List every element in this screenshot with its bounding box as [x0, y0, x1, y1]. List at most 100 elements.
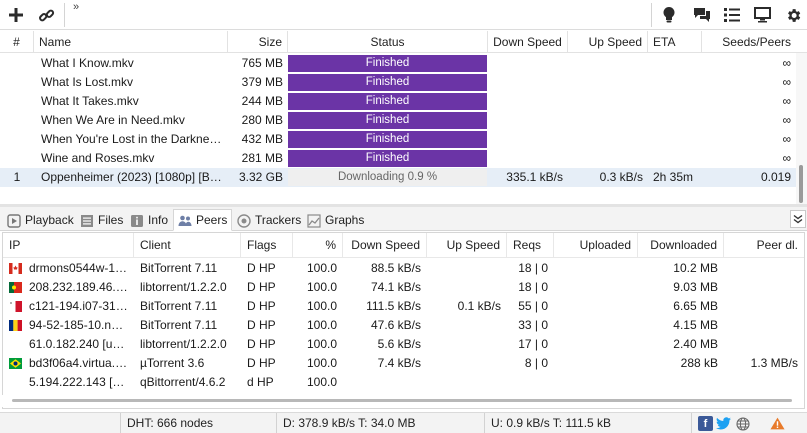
tab-graphs[interactable]: Graphs — [302, 209, 369, 231]
peer-row[interactable]: c121-194.i07-31.o... BitTorrent 7.11 D H… — [3, 297, 804, 316]
collapse-panel-button[interactable] — [790, 210, 806, 228]
tab-info[interactable]: Info — [125, 209, 173, 231]
torrent-row[interactable]: When We Are in Need.mkv 280 MB Finished … — [0, 111, 796, 130]
peer-row[interactable]: 5.194.222.143 [uTP] qBittorrent/4.6.2 d … — [3, 373, 804, 392]
tab-label: Graphs — [325, 213, 365, 227]
peer-flags: d HP — [247, 375, 274, 389]
torrent-up-speed — [568, 73, 648, 92]
peer-downloaded: 4.15 MB — [673, 318, 718, 332]
torrent-number — [0, 92, 34, 111]
peer-row[interactable]: 208.232.189.46.rev.... libtorrent/1.2.2.… — [3, 278, 804, 297]
peer-uploaded — [554, 297, 638, 316]
torrent-up-speed — [568, 92, 648, 111]
torrent-eta — [648, 54, 702, 73]
lightbulb-icon[interactable] — [658, 4, 680, 26]
tab-files[interactable]: Files — [75, 209, 128, 231]
torrent-name: What It Takes.mkv — [41, 94, 139, 108]
globe-icon[interactable] — [735, 416, 750, 431]
peer-row[interactable]: 61.0.182.240 [uTP] libtorrent/1.2.2.0 D … — [3, 335, 804, 354]
scrollbar-thumb[interactable] — [12, 399, 792, 402]
column-header-reqs[interactable]: Reqs — [507, 233, 554, 258]
peer-row[interactable]: drmons0544w-156.... BitTorrent 7.11 D HP… — [3, 259, 804, 278]
download-status[interactable]: D: 378.9 kB/s T: 34.0 MB — [276, 413, 484, 433]
peer-uploaded — [554, 316, 638, 335]
scrollbar-thumb[interactable] — [799, 165, 803, 203]
torrent-down-speed — [488, 92, 568, 111]
column-header-downloaded[interactable]: Downloaded — [638, 233, 724, 258]
peer-dl — [724, 335, 804, 354]
peer-dl — [724, 316, 804, 335]
peer-down-speed: 7.4 kB/s — [377, 356, 421, 370]
column-header-up-speed[interactable]: Up Speed — [568, 31, 648, 53]
torrent-down-speed: 335.1 kB/s — [506, 170, 563, 184]
torrent-status: Finished — [288, 74, 487, 91]
peer-client: BitTorrent 7.11 — [140, 299, 218, 313]
torrent-status: Finished — [288, 150, 487, 167]
torrent-list-scrollbar[interactable] — [796, 53, 807, 204]
torrent-row[interactable]: When You're Lost in the Darkness.... 432… — [0, 130, 796, 149]
column-header-uploaded[interactable]: Uploaded — [554, 233, 638, 258]
upload-status[interactable]: U: 0.9 kB/s T: 111.5 kB — [484, 413, 691, 433]
peer-uploaded — [554, 259, 638, 278]
torrent-row[interactable]: What I Know.mkv 765 MB Finished ∞ — [0, 54, 796, 73]
peers-list-scrollbar[interactable] — [2, 395, 803, 407]
peer-row[interactable]: bd3f06a4.virtua.co.... µTorrent 3.6 D HP… — [3, 354, 804, 373]
list-icon[interactable] — [721, 4, 743, 26]
gear-icon[interactable] — [782, 4, 804, 26]
peer-percent: 100.0 — [306, 280, 337, 294]
peer-dl — [724, 278, 804, 297]
peer-reqs: 18 | 0 — [518, 280, 548, 294]
column-header-size[interactable]: Size — [228, 31, 288, 53]
column-header-down-speed[interactable]: Down Speed — [343, 233, 427, 258]
monitor-icon[interactable] — [751, 4, 773, 26]
torrent-size: 281 MB — [241, 151, 283, 165]
torrent-row[interactable]: What It Takes.mkv 244 MB Finished ∞ — [0, 92, 796, 111]
warning-icon[interactable] — [770, 416, 785, 431]
link-icon[interactable] — [35, 4, 57, 26]
column-header-eta[interactable]: ETA — [648, 31, 702, 53]
torrent-size: 765 MB — [241, 56, 283, 70]
peer-downloaded: 6.65 MB — [673, 299, 718, 313]
peer-up-speed — [427, 316, 507, 335]
column-header-ip[interactable]: IP — [3, 233, 134, 258]
column-header-peer-dl[interactable]: Peer dl. — [724, 233, 804, 258]
torrent-down-speed — [488, 130, 568, 149]
peer-up-speed — [427, 373, 507, 392]
torrent-row[interactable]: Wine and Roses.mkv 281 MB Finished ∞ — [0, 149, 796, 168]
torrent-size: 244 MB — [241, 94, 283, 108]
toolbar-overflow-chevron[interactable]: » — [73, 1, 79, 13]
chat-icon[interactable] — [691, 4, 713, 26]
peer-percent: 100.0 — [306, 318, 337, 332]
peer-row[interactable]: 94-52-185-10.next... BitTorrent 7.11 D H… — [3, 316, 804, 335]
torrent-down-speed — [488, 54, 568, 73]
peer-downloaded: 2.40 MB — [673, 337, 718, 351]
tab-trackers[interactable]: Trackers — [232, 209, 306, 231]
peer-client: µTorrent 3.6 — [140, 356, 205, 370]
column-header-seeds-peers[interactable]: Seeds/Peers — [702, 31, 796, 53]
torrent-down-speed — [488, 111, 568, 130]
peer-percent: 100.0 — [306, 356, 337, 370]
tab-playback[interactable]: Playback — [2, 209, 79, 231]
twitter-icon[interactable] — [716, 416, 731, 431]
column-header-flags[interactable]: Flags — [241, 233, 293, 258]
torrent-row[interactable]: What Is Lost.mkv 379 MB Finished ∞ — [0, 73, 796, 92]
peer-dl — [724, 373, 804, 392]
column-header-down-speed[interactable]: Down Speed — [488, 31, 568, 53]
peer-client: BitTorrent 7.11 — [140, 318, 218, 332]
torrent-row-selected[interactable]: 1 Oppenheimer (2023) [1080p] [Blu... 3.3… — [0, 168, 796, 187]
column-header-name[interactable]: Name — [34, 31, 228, 53]
torrent-up-speed — [568, 111, 648, 130]
column-header-up-speed[interactable]: Up Speed — [427, 233, 507, 258]
column-header-client[interactable]: Client — [134, 233, 241, 258]
facebook-icon[interactable]: f — [698, 416, 713, 431]
column-header-status[interactable]: Status — [288, 31, 488, 53]
tab-label: Playback — [25, 213, 74, 227]
plus-icon[interactable] — [5, 4, 27, 26]
torrent-status: Finished — [288, 112, 487, 129]
torrent-name: What Is Lost.mkv — [41, 75, 134, 89]
column-header-number[interactable]: # — [0, 31, 34, 53]
column-header-percent[interactable]: % — [293, 233, 343, 258]
tab-peers[interactable]: Peers — [173, 209, 233, 231]
status-bar: DHT: 666 nodes D: 378.9 kB/s T: 34.0 MB … — [0, 412, 807, 433]
torrent-status: Finished — [288, 131, 487, 148]
